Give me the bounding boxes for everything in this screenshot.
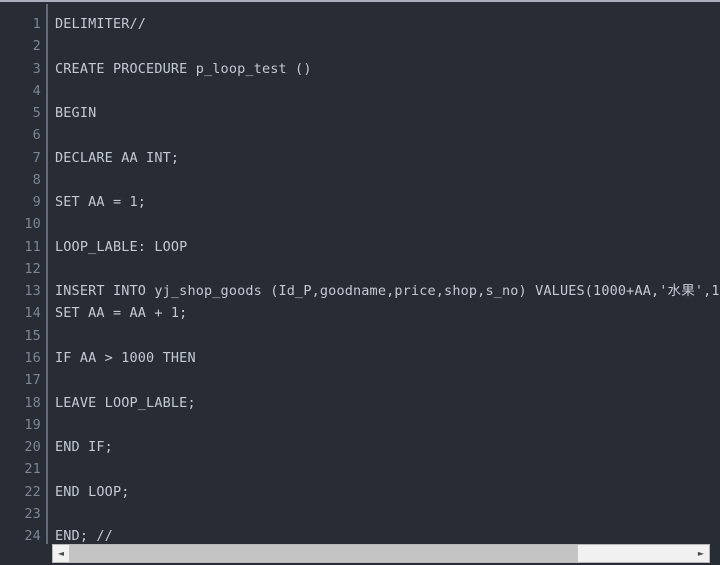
horizontal-scrollbar-track[interactable] [69,545,693,562]
line-number: 23 [24,505,41,522]
code-viewport: 1 2 3 4 5 6 7 8 9 10 11 12 13 14 15 16 17 18 19 20 21 22 23 24 … [0,4,720,544]
line-number: 24 [24,528,41,544]
code-line[interactable] [55,124,720,146]
code-line[interactable] [55,325,720,347]
code-line[interactable]: BEGIN [55,102,720,124]
line-number: 18 [24,394,41,411]
line-number: 13 [24,283,41,300]
code-line[interactable] [55,414,720,436]
line-number: 8 [32,171,41,188]
code-line[interactable] [55,35,720,57]
code-line[interactable]: DELIMITER// [55,13,720,35]
code-line[interactable] [55,503,720,525]
code-line[interactable]: END IF; [55,436,720,458]
line-number: 14 [24,305,41,322]
scroll-left-arrow-icon[interactable]: ◄ [53,545,69,562]
line-number: 7 [32,149,41,166]
code-line[interactable]: INSERT INTO yj_shop_goods (Id_P,goodname… [55,280,720,302]
code-line[interactable]: IF AA > 1000 THEN [55,347,720,369]
code-line[interactable] [55,258,720,280]
code-content-area[interactable]: DELIMITER// CREATE PROCEDURE p_loop_test … [48,4,720,544]
line-number: 2 [32,38,41,55]
code-line[interactable]: LOOP_LABLE: LOOP [55,236,720,258]
line-number: 20 [24,439,41,456]
horizontal-scrollbar[interactable]: ◄ ► [52,544,710,563]
line-number: 15 [24,327,41,344]
line-number: 3 [32,60,41,77]
code-line[interactable] [55,458,720,480]
code-line[interactable]: SET AA = 1; [55,191,720,213]
horizontal-scrollbar-thumb[interactable] [69,545,578,562]
code-line[interactable]: CREATE PROCEDURE p_loop_test () [55,58,720,80]
line-number: 9 [32,194,41,211]
code-line[interactable]: LEAVE LOOP_LABLE; [55,392,720,414]
line-number: 11 [24,238,41,255]
line-number: 4 [32,82,41,99]
code-line[interactable] [55,169,720,191]
code-editor: 1 2 3 4 5 6 7 8 9 10 11 12 13 14 15 16 17 18 19 20 21 22 23 24 … [0,0,720,565]
line-number: 21 [24,461,41,478]
code-line[interactable]: END LOOP; [55,481,720,503]
code-line[interactable]: DECLARE AA INT; [55,147,720,169]
code-line[interactable] [55,80,720,102]
scroll-right-arrow-icon[interactable]: ► [693,545,709,562]
line-number: 22 [24,483,41,500]
line-number: 1 [32,16,41,32]
line-number: 17 [24,372,41,389]
code-line[interactable] [55,369,720,391]
line-number: 16 [24,349,41,366]
code-line[interactable]: END; // [55,525,720,544]
line-number: 12 [24,260,41,277]
line-number: 19 [24,416,41,433]
code-line[interactable] [55,213,720,235]
line-number: 5 [32,105,41,122]
line-number: 10 [24,216,41,233]
line-number: 6 [32,127,41,144]
line-number-gutter: 1 2 3 4 5 6 7 8 9 10 11 12 13 14 15 16 17 18 19 20 21 22 23 24 [0,4,48,544]
code-line[interactable]: SET AA = AA + 1; [55,302,720,324]
